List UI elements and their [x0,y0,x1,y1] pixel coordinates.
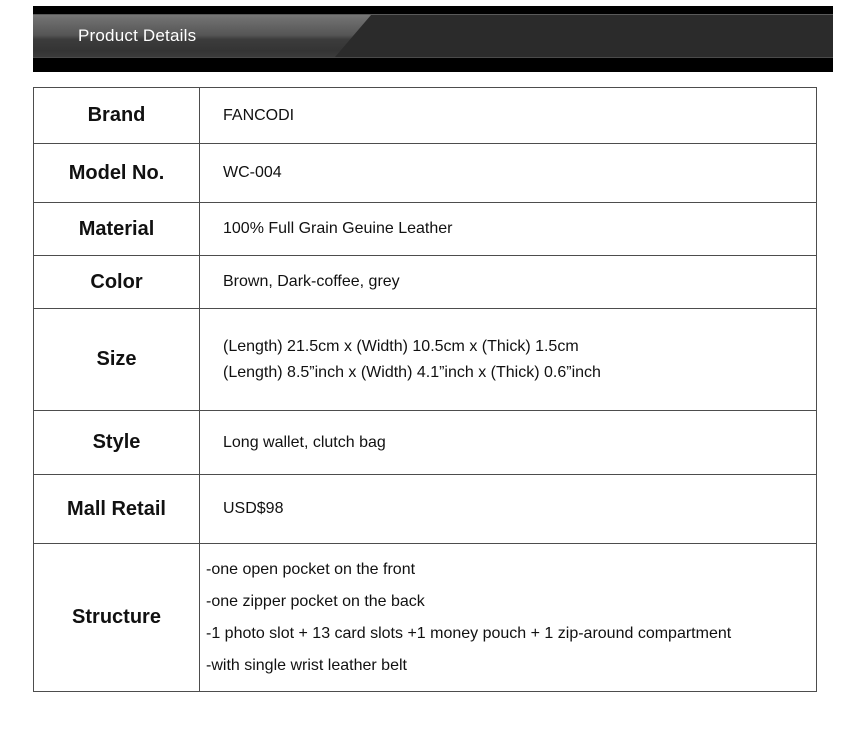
structure-line-wrist-belt: -with single wrist leather belt [206,656,407,674]
spec-value-color: Brown, Dark-coffee, grey [199,255,817,309]
size-line-cm: (Length) 21.5cm x (Width) 10.5cm x (Thic… [223,337,579,355]
spec-label-size: Size [33,308,200,411]
table-row: Style Long wallet, clutch bag [33,410,817,475]
spec-label-mall-retail: Mall Retail [33,474,200,544]
table-row: Model No. WC-004 [33,143,817,203]
structure-line-front-pocket: -one open pocket on the front [206,560,416,578]
banner-tab-slant-edge [335,15,371,57]
spec-label-structure: Structure [33,543,200,692]
product-details-banner: Product Details [33,6,833,72]
spec-value-size: (Length) 21.5cm x (Width) 10.5cm x (Thic… [199,308,817,411]
table-row: Brand FANCODI [33,87,817,144]
spec-label-color: Color [33,255,200,309]
structure-line-list: -one open pocket on the front -one zippe… [206,554,810,682]
spec-label-style: Style [33,410,200,475]
spec-label-model-no: Model No. [33,143,200,203]
spec-value-material: 100% Full Grain Geuine Leather [199,202,817,256]
spec-value-style: Long wallet, clutch bag [199,410,817,475]
page-title: Product Details [78,26,197,45]
table-row: Color Brown, Dark-coffee, grey [33,255,817,309]
spec-label-brand: Brand [33,87,200,144]
spec-value-structure: -one open pocket on the front -one zippe… [199,543,817,692]
table-row: Mall Retail USD$98 [33,474,817,544]
size-line-inch: (Length) 8.5”inch x (Width) 4.1”inch x (… [223,363,601,381]
banner-inner-bar: Product Details [33,14,833,58]
product-specification-table: Brand FANCODI Model No. WC-004 Material … [33,87,817,692]
table-row: Material 100% Full Grain Geuine Leather [33,202,817,256]
structure-line-zipper-pocket: -one zipper pocket on the back [206,592,425,610]
table-row: Structure -one open pocket on the front … [33,543,817,692]
size-line-list: (Length) 21.5cm x (Width) 10.5cm x (Thic… [223,334,810,386]
spec-value-brand: FANCODI [199,87,817,144]
structure-line-slots: -1 photo slot + 13 card slots +1 money p… [206,624,732,642]
spec-value-mall-retail: USD$98 [199,474,817,544]
spec-label-material: Material [33,202,200,256]
table-row: Size (Length) 21.5cm x (Width) 10.5cm x … [33,308,817,411]
spec-value-model-no: WC-004 [199,143,817,203]
